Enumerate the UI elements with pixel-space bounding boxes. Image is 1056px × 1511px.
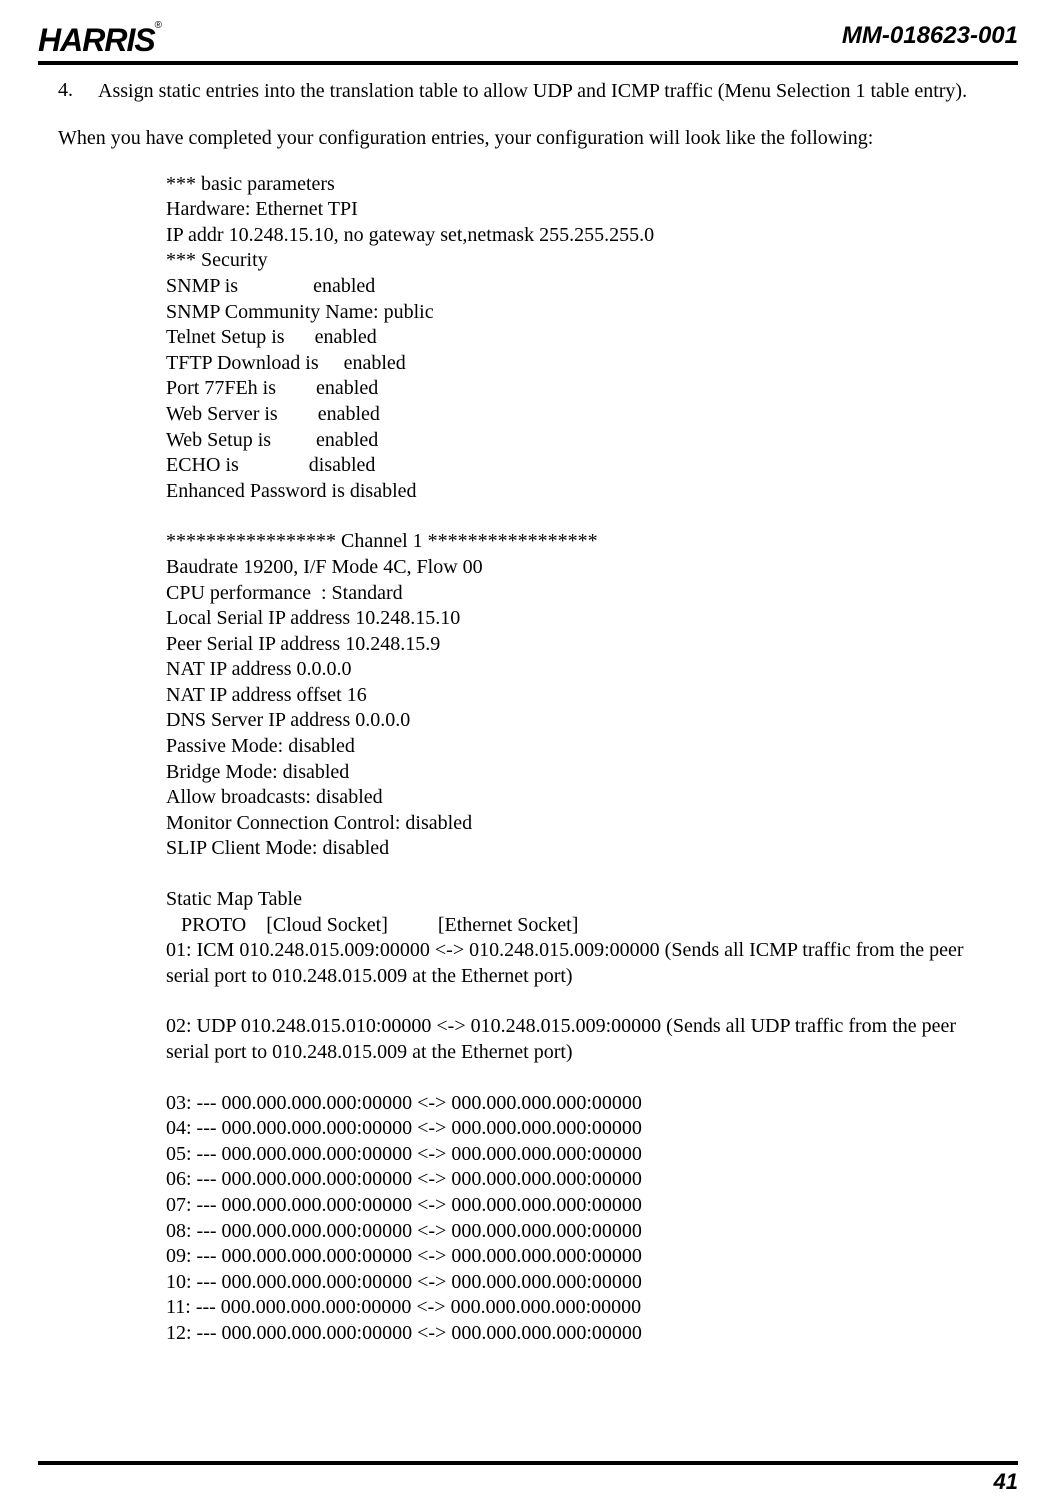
page-header: HARRIS® MM-018623-001 <box>38 22 1018 61</box>
map-entry-08: 08: --- 000.000.000.000:00000 <-> 000.00… <box>166 1219 998 1245</box>
map-entry-11: 11: --- 000.000.000.000:00000 <-> 000.00… <box>166 1295 998 1321</box>
map-entry-06: 06: --- 000.000.000.000:00000 <-> 000.00… <box>166 1167 998 1193</box>
step-text: Assign static entries into the translati… <box>98 79 998 105</box>
cpu-perf-line: CPU performance : Standard <box>166 581 998 607</box>
static-map-header: Static Map Table <box>166 887 998 913</box>
slip-line: SLIP Client Mode: disabled <box>166 836 998 862</box>
baudrate-line: Baudrate 19200, I/F Mode 4C, Flow 00 <box>166 555 998 581</box>
header-rule <box>38 61 1018 65</box>
map-entry-02: 02: UDP 010.248.015.010:00000 <-> 010.24… <box>166 1014 998 1065</box>
step-number: 4. <box>58 79 98 105</box>
footer-rule <box>38 1461 1018 1465</box>
map-entry-05: 05: --- 000.000.000.000:00000 <-> 000.00… <box>166 1142 998 1168</box>
passive-line: Passive Mode: disabled <box>166 734 998 760</box>
step-4: 4. Assign static entries into the transl… <box>58 79 998 105</box>
local-serial-line: Local Serial IP address 10.248.15.10 <box>166 606 998 632</box>
map-entry-01: 01: ICM 010.248.015.009:00000 <-> 010.24… <box>166 938 998 989</box>
map-entry-03: 03: --- 000.000.000.000:00000 <-> 000.00… <box>166 1091 998 1117</box>
snmp-community-line: SNMP Community Name: public <box>166 300 998 326</box>
page-number: 41 <box>994 1469 1018 1495</box>
config-output: *** basic parameters Hardware: Ethernet … <box>166 172 998 1347</box>
dns-line: DNS Server IP address 0.0.0.0 <box>166 708 998 734</box>
map-entry-07: 07: --- 000.000.000.000:00000 <-> 000.00… <box>166 1193 998 1219</box>
intro-text: When you have completed your configurati… <box>58 127 998 150</box>
nat-ip-line: NAT IP address 0.0.0.0 <box>166 657 998 683</box>
security-header: *** Security <box>166 248 998 274</box>
echo-line: ECHO is disabled <box>166 453 998 479</box>
tftp-line: TFTP Download is enabled <box>166 351 998 377</box>
page-content: 4. Assign static entries into the transl… <box>38 79 1018 1347</box>
ip-addr-line: IP addr 10.248.15.10, no gateway set,net… <box>166 223 998 249</box>
telnet-line: Telnet Setup is enabled <box>166 325 998 351</box>
webserver-line: Web Server is enabled <box>166 402 998 428</box>
broadcasts-line: Allow broadcasts: disabled <box>166 785 998 811</box>
harris-logo: HARRIS® <box>38 22 161 59</box>
enhanced-pw-line: Enhanced Password is disabled <box>166 479 998 505</box>
websetup-line: Web Setup is enabled <box>166 428 998 454</box>
snmp-line: SNMP is enabled <box>166 274 998 300</box>
map-entry-10: 10: --- 000.000.000.000:00000 <-> 000.00… <box>166 1270 998 1296</box>
document-code: MM-018623-001 <box>842 22 1018 50</box>
map-entry-04: 04: --- 000.000.000.000:00000 <-> 000.00… <box>166 1116 998 1142</box>
nat-offset-line: NAT IP address offset 16 <box>166 683 998 709</box>
channel-header: ***************** Channel 1 ************… <box>166 529 998 555</box>
hardware-line: Hardware: Ethernet TPI <box>166 197 998 223</box>
basic-params-header: *** basic parameters <box>166 172 998 198</box>
port77-line: Port 77FEh is enabled <box>166 376 998 402</box>
peer-serial-line: Peer Serial IP address 10.248.15.9 <box>166 632 998 658</box>
map-entry-09: 09: --- 000.000.000.000:00000 <-> 000.00… <box>166 1244 998 1270</box>
monitor-line: Monitor Connection Control: disabled <box>166 811 998 837</box>
proto-header: PROTO [Cloud Socket] [Ethernet Socket] <box>166 913 998 939</box>
map-entry-12: 12: --- 000.000.000.000:00000 <-> 000.00… <box>166 1321 998 1347</box>
bridge-line: Bridge Mode: disabled <box>166 760 998 786</box>
